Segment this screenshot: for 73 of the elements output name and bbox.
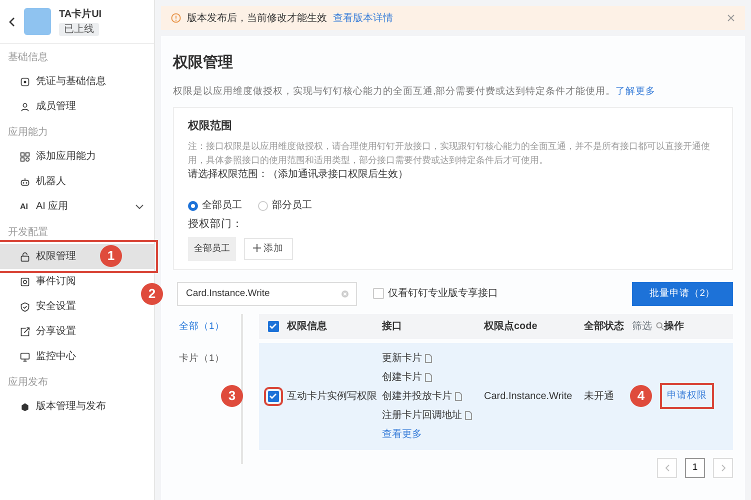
grid-icon [20, 152, 30, 162]
scope-title: 权限范围 [188, 118, 233, 134]
app-avatar [24, 8, 51, 35]
radio-option[interactable]: 部分员工 [258, 198, 312, 214]
monitor-icon [20, 352, 30, 362]
info-icon [171, 13, 181, 23]
sidebar-item[interactable]: AI AI 应用 [0, 194, 154, 219]
column-header: 全部状态 [584, 320, 624, 334]
api-link[interactable]: 更新卡片 [382, 350, 422, 366]
api-link[interactable]: 创建卡片 [382, 370, 422, 385]
sidebar-item[interactable]: 权限管理 1 [0, 244, 154, 269]
next-page-button[interactable] [713, 458, 733, 478]
radio-option[interactable]: 全部员工 [188, 198, 242, 214]
app-name: TA卡片UI [59, 8, 102, 22]
column-header: 接口 [382, 320, 402, 332]
lock-icon [20, 252, 30, 262]
table-cell: Card.Instance.Write [484, 390, 572, 402]
share-icon [20, 326, 30, 336]
close-icon[interactable] [727, 14, 735, 22]
chevron-left-icon [664, 464, 670, 472]
category-tab[interactable]: 卡片（1） [173, 346, 241, 372]
sidebar-group-title: 开发配置 [7, 226, 49, 240]
step-marker: 1 [100, 245, 122, 267]
checkbox-option[interactable]: 仅看钉钉专业版专享接口 [373, 286, 498, 302]
api-link[interactable]: 创建并投放卡片 [382, 388, 452, 404]
scope-prompt: 请选择权限范围：（添加通讯录接口权限后生效） [188, 168, 409, 182]
batch-apply-button[interactable]: 批量申请（2） [632, 282, 733, 306]
notice-text: 版本发布后，当前修改才能生效 [187, 12, 327, 26]
step-marker: 3 [221, 384, 243, 407]
filter-control[interactable]: 筛选 [632, 318, 664, 334]
clear-icon [341, 290, 349, 298]
add-button[interactable]: 添加 [244, 238, 293, 260]
table-cell: 互动卡片实例写权限 [287, 390, 377, 402]
plus-icon [253, 244, 261, 252]
chevron-right-icon [720, 464, 726, 472]
column-header: 权限信息 [287, 320, 327, 332]
sidebar-item[interactable]: 版本管理与发布 [0, 394, 154, 419]
page-description: 权限是以应用维度做授权，实现与钉钉核心能力的全面互通,部分需要付费或达到特定条件才能使用。 [173, 86, 616, 96]
select-all-checkbox[interactable] [268, 320, 278, 332]
robot-icon [20, 176, 30, 186]
table-cell: 未开通 [584, 390, 614, 402]
search-field[interactable]: Card.Instance.Write [177, 282, 357, 306]
sidebar-group-title: 应用能力 [7, 126, 49, 140]
search-icon [656, 322, 664, 330]
more-link[interactable]: 查看更多 [382, 424, 484, 444]
column-header: 权限点code [484, 320, 538, 332]
cube-icon [20, 402, 30, 412]
sidebar-item[interactable]: 添加应用能力 [0, 144, 154, 169]
notice-link[interactable]: 查看版本详情 [333, 10, 393, 26]
sidebar-item[interactable]: 机器人 [0, 169, 154, 194]
frame-icon [20, 276, 30, 286]
sidebar-item[interactable]: 监控中心 [0, 344, 154, 369]
dept-label: 授权部门： [188, 217, 244, 232]
ai-icon: AI [20, 200, 30, 212]
step-marker: 4 [630, 385, 652, 408]
shield-icon [20, 302, 30, 312]
api-link[interactable]: 注册卡片回调地址 [382, 408, 462, 423]
page-button[interactable]: 1 [685, 458, 705, 478]
sidebar-group-title: 基础信息 [7, 50, 49, 65]
status-tag: 已上线 [59, 22, 99, 36]
sidebar-item[interactable]: 凭证与基础信息 [0, 69, 154, 94]
sidebar-item[interactable]: 分享设置 [0, 319, 154, 344]
back-icon [8, 16, 16, 26]
learn-more-link[interactable]: 了解更多 [616, 86, 656, 96]
category-tab[interactable]: 全部（1） [173, 314, 241, 340]
column-header: 操作 [664, 320, 684, 332]
scope-note: 注：接口权限是以应用维度做授权，请合理使用钉钉开放接口，实现跟钉钉核心能力的全面互通，并不是所有接口都可以直接开通使用，具体参照接口的使用范围和适用类型，部分接口需要付费或达到特定条件后才可使用。 [188, 140, 711, 167]
person-icon [20, 102, 30, 112]
dept-tag: 全部员工 [188, 237, 236, 260]
previous-page-button[interactable] [657, 458, 677, 478]
page-title: 权限管理 [173, 53, 234, 73]
sidebar-group-title: 应用发布 [7, 376, 49, 390]
sidebar-item[interactable]: 成员管理 [0, 94, 154, 119]
